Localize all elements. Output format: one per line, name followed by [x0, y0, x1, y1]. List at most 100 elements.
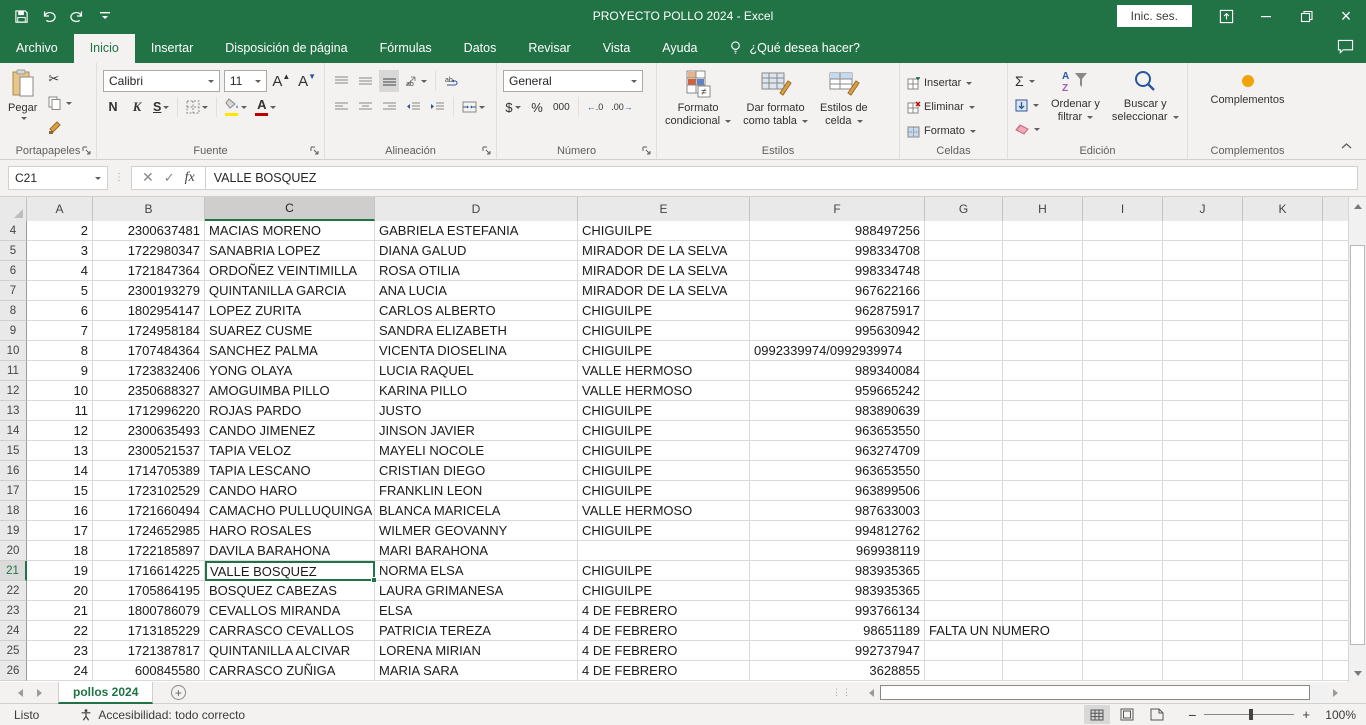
paste-button[interactable]: Pegar	[2, 66, 43, 138]
tab-archivo[interactable]: Archivo	[0, 34, 74, 63]
cell-E25[interactable]: 4 DE FEBRERO	[578, 641, 750, 661]
cell-A24[interactable]: 22	[27, 621, 93, 641]
cell-I8[interactable]	[1083, 301, 1163, 321]
cell-E6[interactable]: MIRADOR DE LA SELVA	[578, 261, 750, 281]
row-header-13[interactable]: 13	[0, 401, 27, 421]
bold-button[interactable]: N	[103, 96, 123, 118]
customize-qat-icon[interactable]	[92, 3, 118, 29]
cell-K12[interactable]	[1243, 381, 1323, 401]
cell-A20[interactable]: 18	[27, 541, 93, 561]
cell-K19[interactable]	[1243, 521, 1323, 541]
wrap-text-button[interactable]: ab	[442, 70, 462, 92]
collapse-ribbon-icon[interactable]	[1341, 141, 1352, 153]
fill-color-button[interactable]	[223, 96, 249, 118]
cell-F25[interactable]: 992737947	[750, 641, 925, 661]
cell-E14[interactable]: CHIGUILPE	[578, 421, 750, 441]
cell-B15[interactable]: 2300521537	[93, 441, 205, 461]
cell-I4[interactable]	[1083, 221, 1163, 241]
percent-style-button[interactable]: %	[527, 96, 547, 118]
cell-A22[interactable]: 20	[27, 581, 93, 601]
cell-G6[interactable]	[925, 261, 1003, 281]
cell-I23[interactable]	[1083, 601, 1163, 621]
cell-D6[interactable]: ROSA OTILIA	[375, 261, 578, 281]
cell-D8[interactable]: CARLOS ALBERTO	[375, 301, 578, 321]
sign-in-button[interactable]: Inic. ses.	[1117, 5, 1192, 27]
zoom-level[interactable]: 100%	[1314, 708, 1356, 722]
ribbon-display-options-icon[interactable]	[1206, 0, 1246, 32]
cell-C12[interactable]: AMOGUIMBA PILLO	[205, 381, 375, 401]
cell-B13[interactable]: 1712996220	[93, 401, 205, 421]
new-sheet-button[interactable]: +	[167, 682, 189, 704]
cell-G14[interactable]	[925, 421, 1003, 441]
cell-J23[interactable]	[1163, 601, 1243, 621]
tab-ayuda[interactable]: Ayuda	[646, 34, 713, 63]
cell-I19[interactable]	[1083, 521, 1163, 541]
cell-D22[interactable]: LAURA GRIMANESA	[375, 581, 578, 601]
row-header-8[interactable]: 8	[0, 301, 27, 321]
cell-B11[interactable]: 1723832406	[93, 361, 205, 381]
increase-decimal-icon[interactable]: ←.0	[585, 96, 606, 118]
tab-vista[interactable]: Vista	[587, 34, 647, 63]
row-header-24[interactable]: 24	[0, 621, 27, 641]
cell-I11[interactable]	[1083, 361, 1163, 381]
row-header-18[interactable]: 18	[0, 501, 27, 521]
cell-A21[interactable]: 19	[27, 561, 93, 581]
borders-button[interactable]	[184, 96, 210, 118]
cell-A5[interactable]: 3	[27, 241, 93, 261]
align-middle-icon[interactable]	[355, 70, 375, 92]
cell-E10[interactable]: CHIGUILPE	[578, 341, 750, 361]
cell-A9[interactable]: 7	[27, 321, 93, 341]
cell-C9[interactable]: SUAREZ CUSME	[205, 321, 375, 341]
cell-J16[interactable]	[1163, 461, 1243, 481]
italic-button[interactable]: K	[127, 96, 147, 118]
column-header-E[interactable]: E	[578, 197, 750, 221]
cell-A6[interactable]: 4	[27, 261, 93, 281]
cell-J14[interactable]	[1163, 421, 1243, 441]
cell-E19[interactable]: CHIGUILPE	[578, 521, 750, 541]
cell-H4[interactable]	[1003, 221, 1083, 241]
cell-C15[interactable]: TAPIA VELOZ	[205, 441, 375, 461]
cell-G21[interactable]	[925, 561, 1003, 581]
cell-D21[interactable]: NORMA ELSA	[375, 561, 578, 581]
cell-A19[interactable]: 17	[27, 521, 93, 541]
cell-C7[interactable]: QUINTANILLA GARCIA	[205, 281, 375, 301]
cell-F12[interactable]: 959665242	[750, 381, 925, 401]
cell-A26[interactable]: 24	[27, 661, 93, 681]
align-top-icon[interactable]	[331, 70, 351, 92]
cell-F13[interactable]: 983890639	[750, 401, 925, 421]
cell-G16[interactable]	[925, 461, 1003, 481]
cell-G5[interactable]	[925, 241, 1003, 261]
cell-J4[interactable]	[1163, 221, 1243, 241]
cell-J8[interactable]	[1163, 301, 1243, 321]
cell-C21[interactable]: VALLE BOSQUEZ	[205, 561, 375, 581]
cell-J17[interactable]	[1163, 481, 1243, 501]
row-header-19[interactable]: 19	[0, 521, 27, 541]
cell-D15[interactable]: MAYELI NOCOLE	[375, 441, 578, 461]
orientation-button[interactable]: ab	[403, 70, 429, 92]
cell-I20[interactable]	[1083, 541, 1163, 561]
cell-E21[interactable]: CHIGUILPE	[578, 561, 750, 581]
cell-E7[interactable]: MIRADOR DE LA SELVA	[578, 281, 750, 301]
horizontal-scroll-thumb[interactable]	[880, 685, 1310, 700]
cell-H22[interactable]	[1003, 581, 1083, 601]
cell-J13[interactable]	[1163, 401, 1243, 421]
cell-D7[interactable]: ANA LUCIA	[375, 281, 578, 301]
alignment-dialog-launcher[interactable]	[482, 146, 492, 156]
cell-D26[interactable]: MARIA SARA	[375, 661, 578, 681]
cell-C25[interactable]: QUINTANILLA ALCIVAR	[205, 641, 375, 661]
cell-J11[interactable]	[1163, 361, 1243, 381]
cancel-entry-icon[interactable]: ✕	[142, 169, 154, 186]
cell-E12[interactable]: VALLE HERMOSO	[578, 381, 750, 401]
column-header-C[interactable]: C	[205, 197, 375, 221]
cell-G23[interactable]	[925, 601, 1003, 621]
cell-F11[interactable]: 989340084	[750, 361, 925, 381]
cell-A25[interactable]: 23	[27, 641, 93, 661]
cell-E4[interactable]: CHIGUILPE	[578, 221, 750, 241]
cell-J20[interactable]	[1163, 541, 1243, 561]
cell-H13[interactable]	[1003, 401, 1083, 421]
cell-B4[interactable]: 2300637481	[93, 221, 205, 241]
cell-B7[interactable]: 2300193279	[93, 281, 205, 301]
select-all-corner[interactable]	[0, 197, 27, 221]
cell-A4[interactable]: 2	[27, 221, 93, 241]
cell-H25[interactable]	[1003, 641, 1083, 661]
